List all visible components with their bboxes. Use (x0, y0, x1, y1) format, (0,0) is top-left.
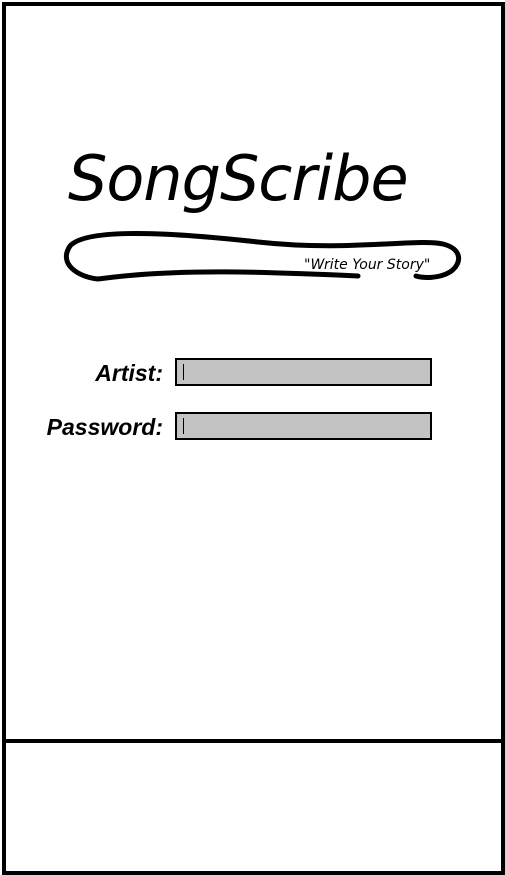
app-frame: SongScribe "Write Your Story" Artist: Pa… (2, 2, 505, 875)
app-title: SongScribe (68, 142, 409, 215)
artist-label: Artist: (95, 360, 163, 386)
app-tagline: "Write Your Story" (304, 257, 431, 273)
password-input[interactable] (175, 412, 432, 440)
artist-row: Artist: (6, 358, 501, 388)
artist-input[interactable] (175, 358, 432, 386)
app-logo: SongScribe "Write Your Story" (58, 146, 468, 291)
password-label: Password: (46, 414, 163, 440)
bottom-bar (6, 743, 501, 871)
password-row: Password: (6, 412, 501, 442)
